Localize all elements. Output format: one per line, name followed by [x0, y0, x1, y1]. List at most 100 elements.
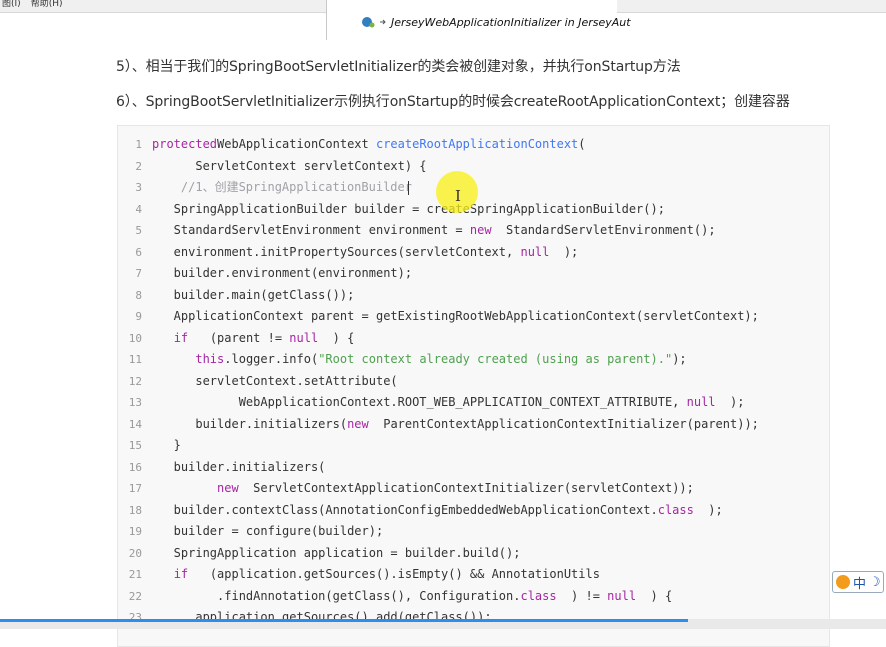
code-text: if (parent != null ) { [152, 328, 355, 350]
code-text: if (application.getSources().isEmpty() &… [152, 564, 600, 586]
code-text: builder.main(getClass()); [152, 285, 355, 307]
code-token: ); [693, 502, 723, 517]
code-token: //1、创建SpringApplicationBuilder [152, 180, 412, 194]
code-token: new [217, 481, 239, 495]
code-line: 2 ServletContext servletContext) { [118, 156, 829, 178]
code-line: 22 .findAnnotation(getClass(), Configura… [118, 586, 829, 608]
code-line: 1 protectedWebApplicationContext createRo… [118, 134, 829, 156]
line-number: 11 [128, 353, 142, 366]
code-token: class [657, 502, 694, 517]
code-token: servletContext.setAttribute( [152, 373, 398, 388]
code-text: protectedWebApplicationContext createRoo… [152, 134, 586, 156]
code-text: this.logger.info("Root context already c… [152, 349, 687, 371]
text-cursor [408, 181, 409, 195]
code-text: SpringApplication application = builder.… [152, 543, 521, 565]
code-token: environment.initPropertySources(servletC… [152, 244, 521, 259]
line-number: 4 [135, 202, 142, 216]
line-number: 6 [135, 245, 142, 259]
code-token: } [152, 438, 181, 452]
code-line: 12 servletContext.setAttribute( [118, 371, 829, 393]
code-text: .findAnnotation(getClass(), Configuratio… [152, 586, 672, 608]
code-token: if [173, 330, 189, 345]
code-text: ApplicationContext parent = getExistingR… [152, 306, 759, 328]
code-token: WebApplicationContext [217, 137, 376, 151]
line-number: 19 [128, 525, 142, 538]
code-token: null [607, 588, 637, 603]
line-number: 8 [135, 288, 142, 302]
line-number: 9 [135, 310, 142, 323]
code-token: createRootApplicationContext [375, 137, 579, 151]
tree-item-label: JerseyWebApplicationInitializer in Jerse… [391, 15, 631, 29]
code-line: 13 WebApplicationContext.ROOT_WEB_APPLIC… [118, 392, 829, 414]
line-number: 14 [128, 417, 142, 431]
code-line: 17 new ServletContextApplicationContextI… [118, 478, 829, 500]
line-number: 20 [128, 546, 142, 560]
line-number: 1 [135, 138, 142, 151]
arrow-right-icon [379, 18, 387, 26]
video-progress-bar[interactable] [0, 619, 886, 629]
line-number: 18 [128, 503, 142, 517]
code-token: WebApplicationContext.ROOT_WEB_APPLICATI… [152, 395, 687, 409]
code-text: builder = configure(builder); [152, 521, 384, 543]
code-text: servletContext.setAttribute( [152, 371, 398, 393]
code-text: builder.environment(environment); [152, 263, 412, 285]
code-token: SpringApplication application = builder.… [152, 545, 521, 560]
code-line: 19 builder = configure(builder); [118, 521, 829, 543]
code-line: 20 SpringApplication application = build… [118, 543, 829, 565]
line-number: 16 [128, 460, 142, 474]
code-text: } [152, 435, 181, 457]
code-line: 9 ApplicationContext parent = getExistin… [118, 306, 829, 328]
code-token: builder = configure(builder); [152, 524, 384, 538]
code-token: (parent != [188, 330, 290, 345]
code-line: 15 } [118, 435, 829, 457]
code-text: ServletContext servletContext) { [152, 156, 427, 178]
step-6-text: 6）、SpringBootServletInitializer示例执行onSta… [116, 94, 790, 110]
code-text: SpringApplicationBuilder builder = creat… [152, 199, 665, 221]
code-token: new [469, 223, 492, 237]
code-token: builder.initializers( [152, 459, 326, 474]
code-token: ); [549, 244, 579, 259]
menu-item-view[interactable]: 图(I) [2, 0, 21, 9]
code-token: ) { [636, 588, 673, 603]
code-line: 5 StandardServletEnvironment environment… [118, 220, 829, 242]
code-token: ); [715, 395, 745, 409]
code-token: ServletContext servletContext) { [152, 158, 427, 173]
code-token: builder.initializers( [152, 416, 348, 431]
line-number: 10 [128, 331, 142, 345]
code-token: ) != [556, 588, 608, 603]
code-token: protected [152, 137, 218, 151]
line-number: 3 [135, 181, 142, 194]
code-token: .findAnnotation(getClass(), Configuratio… [152, 588, 521, 603]
menu-item-help[interactable]: 帮助(H) [31, 0, 63, 9]
code-line: 10 if (parent != null ) { [118, 328, 829, 350]
line-number: 5 [135, 224, 142, 237]
code-token: builder.environment(environment); [152, 266, 413, 280]
code-text: WebApplicationContext.ROOT_WEB_APPLICATI… [152, 392, 745, 414]
code-line: 21 if (application.getSources().isEmpty(… [118, 564, 829, 586]
code-line: 14 builder.initializers(new ParentContex… [118, 414, 829, 436]
code-token: this [195, 352, 225, 366]
code-text: StandardServletEnvironment environment =… [152, 220, 716, 242]
tree-item-jersey-initializer[interactable]: JerseyWebApplicationInitializer in Jerse… [361, 13, 631, 31]
code-token: class [520, 588, 557, 603]
class-icon [361, 15, 375, 29]
ime-indicator[interactable]: 中 ☽ [832, 571, 884, 593]
ime-mode-label: 中 [853, 576, 867, 592]
ime-logo-icon [836, 575, 850, 589]
project-tree-panel: JerseyWebApplicationInitializer in Jerse… [326, 0, 631, 40]
code-token: StandardServletEnvironment environment = [152, 223, 470, 237]
code-token: .logger.info( [224, 352, 319, 366]
code-token: ); [672, 352, 687, 366]
code-token: new [347, 416, 369, 431]
code-token: ServletContextApplicationContextInitiali… [238, 481, 694, 495]
line-number: 7 [135, 267, 142, 280]
code-token: ApplicationContext parent = getExistingR… [152, 309, 759, 323]
code-text: //1、创建SpringApplicationBuilder [152, 177, 412, 199]
code-line: 16 builder.initializers( [118, 457, 829, 479]
line-number: 2 [135, 159, 142, 173]
code-text: new ServletContextApplicationContextInit… [152, 478, 694, 500]
code-token: null [520, 244, 550, 259]
